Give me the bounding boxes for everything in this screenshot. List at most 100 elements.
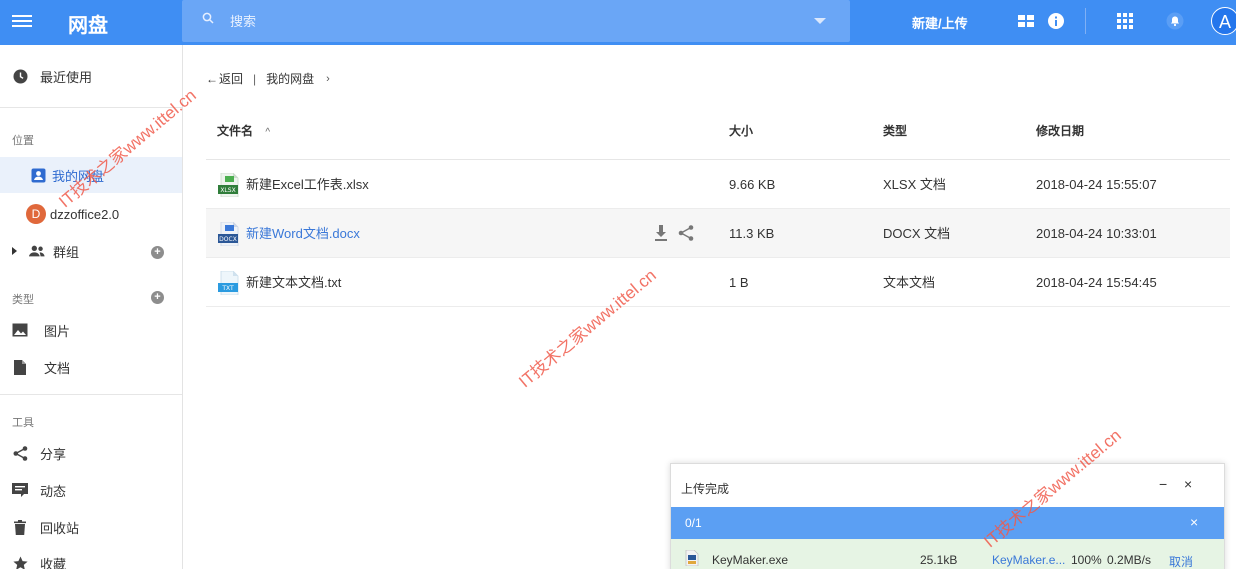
share-icon[interactable] (678, 225, 694, 241)
apps-icon[interactable] (1116, 12, 1134, 30)
sidebar-item-recent[interactable]: 最近使用 (0, 58, 182, 94)
sidebar-item-share[interactable]: 分享 (0, 435, 182, 471)
grid-view-icon[interactable] (1017, 12, 1035, 30)
upload-file-name: KeyMaker.exe (712, 553, 789, 567)
file-modified: 2018-04-24 15:54:45 (1036, 275, 1157, 290)
txt-icon: TXT (218, 271, 239, 295)
clear-list-button[interactable]: × (1190, 514, 1198, 530)
document-icon (12, 359, 28, 375)
table-row[interactable]: TXT 新建文本文档.txt 1 B 文本文档 2018-04-24 15:54… (206, 258, 1230, 307)
sidebar-item-label: 动态 (40, 483, 67, 499)
download-icon[interactable] (654, 225, 668, 241)
sidebar-item-activity[interactable]: 动态 (0, 472, 182, 508)
cancel-upload-button[interactable]: 取消 (1169, 553, 1193, 569)
sidebar-item-label: 文档 (44, 360, 71, 376)
docx-icon: DOCX (218, 222, 239, 246)
sidebar-item-label: 回收站 (40, 520, 80, 536)
sidebar-item-pictures[interactable]: 图片 (0, 312, 182, 348)
column-header-label: 文件名 (217, 124, 254, 138)
share-icon (12, 445, 28, 461)
svg-text:DOCX: DOCX (219, 236, 237, 243)
file-type: XLSX 文档 (883, 177, 946, 192)
file-name[interactable]: 新建文本文档.txt (246, 258, 341, 307)
search-icon (202, 12, 214, 24)
column-header-size[interactable]: 大小 (729, 107, 753, 159)
column-header-type[interactable]: 类型 (883, 107, 907, 159)
table-row[interactable]: DOCX 新建Word文档.docx 11.3 KB DOCX 文档 2018-… (206, 209, 1230, 258)
close-button[interactable]: × (1184, 476, 1192, 492)
group-icon (29, 243, 45, 259)
file-name[interactable]: 新建Excel工作表.xlsx (246, 160, 369, 209)
search-dropdown-icon[interactable] (814, 18, 826, 24)
section-label-location: 位置 (12, 135, 34, 147)
comment-icon (12, 482, 28, 498)
sidebar-item-documents[interactable]: 文档 (0, 349, 182, 385)
section-label-type: 类型 (12, 294, 34, 306)
upload-panel-header: 上传完成 − × (671, 464, 1224, 507)
expand-arrow-icon[interactable] (12, 247, 17, 255)
file-size: 11.3 KB (729, 226, 775, 241)
breadcrumb: ← 返回 | 我的网盘 › (206, 70, 330, 87)
sidebar-item-org[interactable]: D dzzoffice2.0 (0, 196, 182, 232)
upload-speed: 0.2MB/s (1107, 553, 1152, 567)
notification-bell-icon[interactable] (1166, 12, 1184, 30)
file-type: DOCX 文档 (883, 226, 951, 241)
back-link[interactable]: 返回 (219, 70, 243, 87)
image-icon (12, 322, 28, 338)
sidebar-item-label: 我的网盘 (52, 168, 105, 184)
sidebar-item-label: 最近使用 (40, 69, 93, 85)
toolbar-divider (1085, 8, 1086, 34)
user-avatar[interactable]: A (1211, 7, 1236, 35)
upload-file-size: 25.1kB (920, 553, 958, 567)
top-bar: 网盘 新建/上传 A (0, 0, 1236, 45)
sidebar-item-my-drive[interactable]: 我的网盘 (0, 157, 182, 193)
org-avatar: D (26, 204, 46, 224)
upload-item: KeyMaker.exe 25.1kB KeyMaker.e... 100% 0… (671, 539, 1224, 569)
new-upload-button[interactable]: 新建/上传 (912, 13, 968, 32)
breadcrumb-separator: | (253, 71, 257, 86)
sidebar-item-label: 收藏 (40, 556, 67, 569)
table-row[interactable]: XLSX 新建Excel工作表.xlsx 9.66 KB XLSX 文档 201… (206, 160, 1230, 209)
sidebar-item-label: 群组 (53, 244, 80, 260)
upload-panel: 上传完成 − × 0/1 × KeyMaker.exe 25.1kB KeyMa… (670, 463, 1225, 569)
trash-icon (12, 519, 28, 535)
sidebar-divider (0, 107, 182, 108)
upload-target-link[interactable]: KeyMaker.e... (992, 553, 1065, 567)
svg-text:TXT: TXT (221, 285, 234, 292)
back-arrow-icon[interactable]: ← (206, 72, 218, 86)
upload-progress: 100% (1071, 553, 1102, 567)
sidebar-divider (0, 394, 182, 395)
add-type-button[interactable]: + (151, 291, 164, 304)
row-actions (654, 225, 698, 243)
minimize-button[interactable]: − (1159, 476, 1167, 492)
info-icon[interactable] (1047, 12, 1065, 30)
xlsx-icon: XLSX (218, 173, 239, 197)
sidebar-item-favorites[interactable]: 收藏 (0, 545, 182, 569)
sort-asc-icon[interactable]: ^ (265, 127, 270, 138)
breadcrumb-current[interactable]: 我的网盘 (266, 70, 314, 87)
file-type: 文本文档 (883, 275, 936, 290)
clock-icon (12, 68, 28, 84)
app-title: 网盘 (68, 15, 108, 37)
search-box[interactable] (182, 0, 850, 42)
star-icon (12, 555, 28, 569)
upload-count: 0/1 (685, 516, 702, 530)
column-header-name[interactable]: 文件名 ^ (217, 107, 270, 159)
person-icon (30, 167, 46, 183)
section-label-tools: 工具 (12, 417, 34, 429)
upload-summary-bar: 0/1 × (671, 507, 1224, 539)
menu-icon[interactable] (12, 12, 32, 32)
search-input[interactable] (230, 10, 790, 32)
sidebar-item-label: dzzoffice2.0 (50, 206, 120, 222)
svg-text:XLSX: XLSX (220, 187, 235, 194)
add-group-button[interactable]: + (151, 246, 164, 259)
file-modified: 2018-04-24 15:55:07 (1036, 177, 1157, 192)
breadcrumb-chevron[interactable]: › (326, 73, 330, 85)
exe-file-icon (685, 550, 699, 566)
column-header-modified[interactable]: 修改日期 (1036, 107, 1084, 159)
sidebar-item-label: 图片 (44, 323, 71, 339)
sidebar: 最近使用 位置 我的网盘 D dzzoffice2.0 群组 + 类型 + 图片… (0, 45, 183, 569)
file-modified: 2018-04-24 10:33:01 (1036, 226, 1157, 241)
sidebar-item-recycle[interactable]: 回收站 (0, 509, 182, 545)
file-name[interactable]: 新建Word文档.docx (246, 209, 360, 258)
